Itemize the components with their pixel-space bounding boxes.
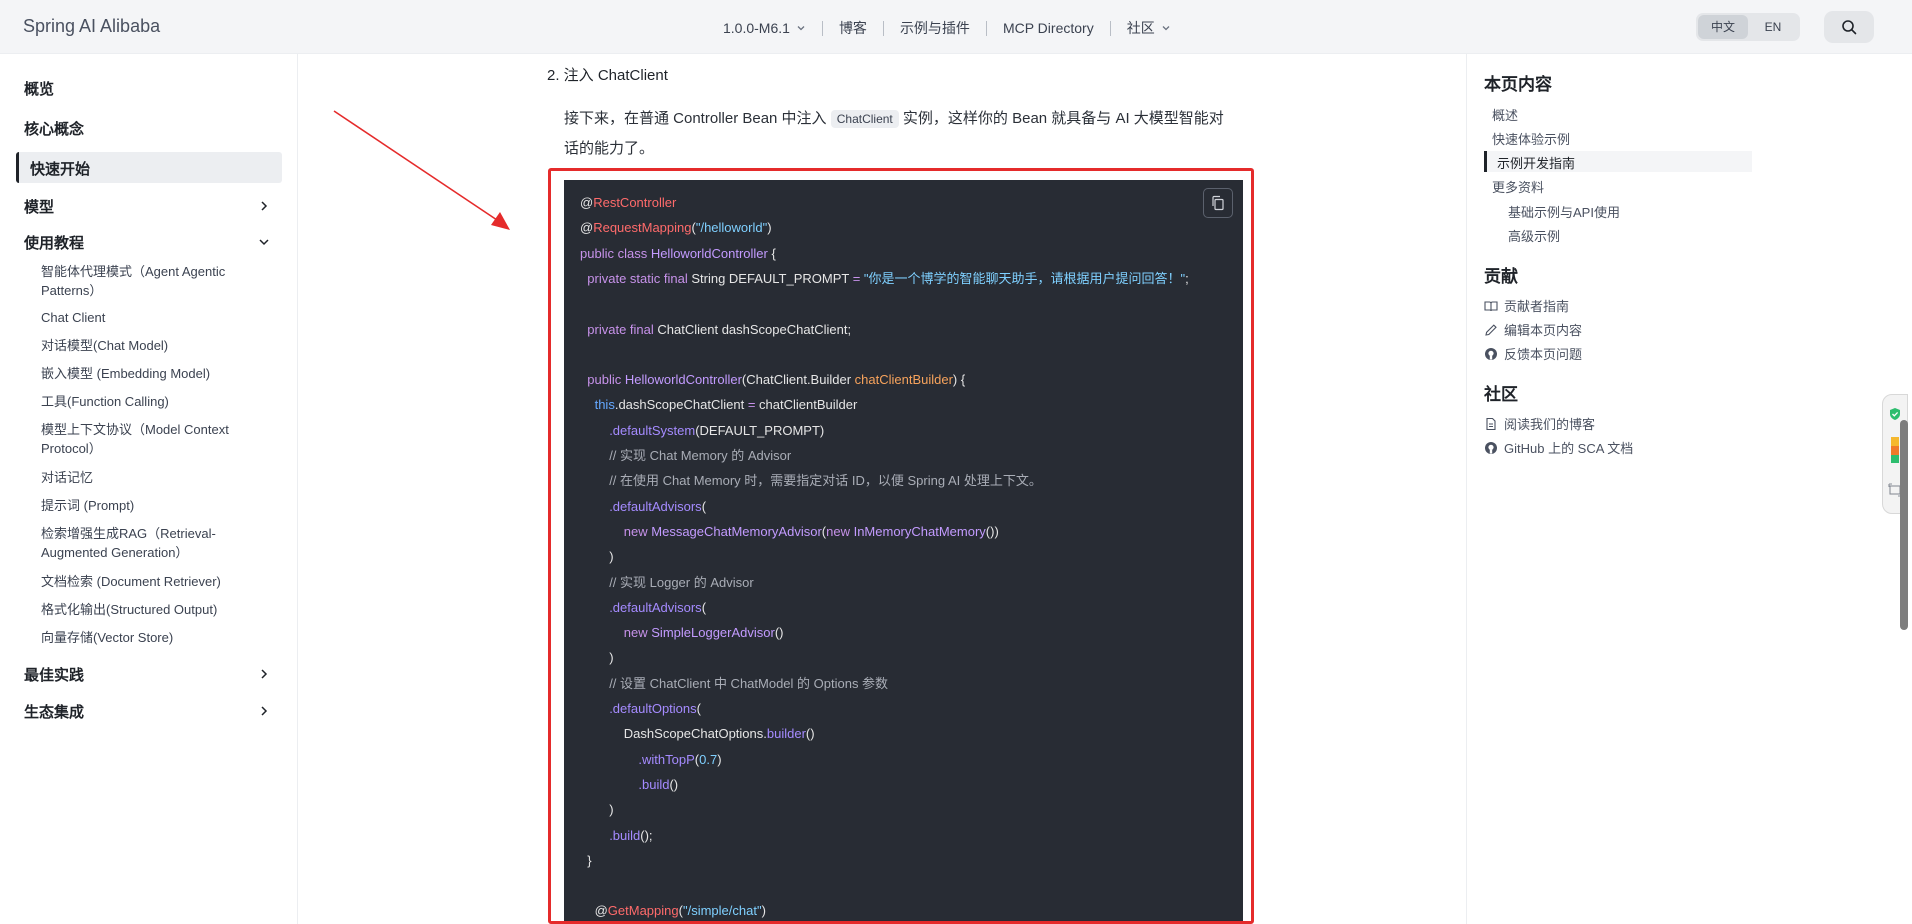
site-brand[interactable]: Spring AI Alibaba xyxy=(23,16,160,37)
section-heading: 2. 注入 ChatClient xyxy=(547,67,668,84)
sidebar-subitem-mcp[interactable]: 模型上下文协议（Model Context Protocol） xyxy=(41,420,271,458)
language-switch: 中文 EN xyxy=(1696,13,1800,41)
sidebar-subitem-function-calling[interactable]: 工具(Function Calling) xyxy=(41,392,271,411)
pencil-icon xyxy=(1485,323,1497,336)
edit-page-link[interactable]: 编辑本页内容 xyxy=(1484,320,1582,339)
toc-title: 本页内容 xyxy=(1484,75,1552,94)
sidebar-subitem-structured-output[interactable]: 格式化输出(Structured Output) xyxy=(41,600,271,619)
sidebar-subitem-chat-model[interactable]: 对话模型(Chat Model) xyxy=(41,336,271,355)
sidebar-subitem-rag[interactable]: 检索增强生成RAG（Retrieval-Augmented Generation… xyxy=(41,524,271,562)
toc-item-basic-examples[interactable]: 基础示例与API使用 xyxy=(1508,202,1620,221)
intro-text: 接下来，在普通 Controller Bean 中注入 xyxy=(564,110,831,127)
community-title: 社区 xyxy=(1484,385,1518,404)
nav-divider xyxy=(882,20,884,36)
chevron-right-icon[interactable] xyxy=(258,668,270,680)
sidebar-item-quick-start[interactable]: 快速开始 xyxy=(16,152,282,183)
chevron-down-icon xyxy=(1162,26,1170,31)
inline-code: ChatClient xyxy=(830,110,899,128)
github-icon xyxy=(1485,347,1497,360)
sidebar-subitem-agentic-patterns[interactable]: 智能体代理模式（Agent Agentic Patterns） xyxy=(41,262,271,300)
sidebar-item-tutorials[interactable]: 使用教程 xyxy=(24,232,84,253)
document-icon xyxy=(1486,417,1496,430)
annotation-arrow-icon xyxy=(333,110,510,230)
nav-examples-label: 示例与插件 xyxy=(899,20,970,36)
nav-divider xyxy=(821,20,823,36)
report-issue-link[interactable]: 反馈本页问题 xyxy=(1484,344,1582,363)
chevron-right-icon[interactable] xyxy=(258,200,270,212)
toc-item-advanced-examples[interactable]: 高级示例 xyxy=(1508,226,1560,245)
nav-blog[interactable]: 博客 xyxy=(839,18,867,38)
nav-community-dropdown[interactable]: 社区 xyxy=(1127,18,1171,38)
lang-option-en[interactable]: EN xyxy=(1748,15,1798,39)
nav-examples[interactable]: 示例与插件 xyxy=(900,18,970,38)
toc-link-label: 贡献者指南 xyxy=(1504,299,1570,314)
page-scrollbar-thumb[interactable] xyxy=(1900,420,1908,630)
chevron-down-icon xyxy=(797,26,805,31)
contributor-guide-link[interactable]: 贡献者指南 xyxy=(1484,296,1569,315)
sidebar xyxy=(0,54,298,924)
sidebar-subitem-chat-memory[interactable]: 对话记忆 xyxy=(41,468,271,487)
sidebar-item-label: 快速开始 xyxy=(30,161,91,178)
toc-link-label: 反馈本页问题 xyxy=(1504,347,1583,362)
sidebar-item-best-practices[interactable]: 最佳实践 xyxy=(24,664,84,685)
toc-link-label: GitHub 上的 SCA 文档 xyxy=(1504,441,1634,456)
sidebar-subitem-prompt[interactable]: 提示词 (Prompt) xyxy=(41,496,271,515)
sidebar-subitem-chat-client[interactable]: Chat Client xyxy=(41,308,271,327)
sidebar-item-overview[interactable]: 概览 xyxy=(24,78,54,99)
lang-option-zh[interactable]: 中文 xyxy=(1698,15,1748,39)
top-navbar: Spring AI Alibaba 1.0.0-M6.1 博客 示例与插件 MC… xyxy=(0,0,1912,54)
nav-mcp-directory[interactable]: MCP Directory xyxy=(1003,20,1094,36)
search-icon xyxy=(1842,20,1857,35)
toc-link-label: 编辑本页内容 xyxy=(1504,323,1583,338)
github-icon xyxy=(1485,441,1497,454)
highlight-frame xyxy=(548,168,1254,924)
toc-item-overview[interactable]: 概述 xyxy=(1492,105,1518,124)
read-blog-link[interactable]: 阅读我们的博客 xyxy=(1484,414,1595,433)
search-button[interactable] xyxy=(1824,11,1874,43)
top-nav: 1.0.0-M6.1 博客 示例与插件 MCP Directory 社区 xyxy=(723,18,1171,38)
chevron-right-icon[interactable] xyxy=(258,705,270,717)
nav-divider xyxy=(985,20,987,36)
toc-item-quick-demo[interactable]: 快速体验示例 xyxy=(1492,129,1570,148)
sidebar-item-models[interactable]: 模型 xyxy=(24,196,54,217)
sidebar-item-ecosystem[interactable]: 生态集成 xyxy=(24,701,84,722)
book-icon xyxy=(1484,300,1498,311)
shield-check-icon xyxy=(1890,408,1900,420)
nav-divider xyxy=(1109,20,1111,36)
sidebar-subitem-embedding-model[interactable]: 嵌入模型 (Embedding Model) xyxy=(41,364,271,383)
toc-link-label: 阅读我们的博客 xyxy=(1504,417,1596,432)
sidebar-item-core-concepts[interactable]: 核心概念 xyxy=(24,118,84,139)
nav-mcp-label: MCP Directory xyxy=(1002,20,1094,36)
nav-blog-label: 博客 xyxy=(838,20,867,36)
toc-item-more-resources[interactable]: 更多资料 xyxy=(1492,177,1544,196)
toc-item-dev-guide[interactable]: 示例开发指南 xyxy=(1497,153,1575,172)
sidebar-subitem-vector-store[interactable]: 向量存储(Vector Store) xyxy=(41,628,271,647)
intro-paragraph: 接下来，在普通 Controller Bean 中注入 ChatClient 实… xyxy=(564,104,1234,163)
sidebar-subitem-document-retriever[interactable]: 文档检索 (Document Retriever) xyxy=(41,572,271,591)
nav-version-label: 1.0.0-M6.1 xyxy=(723,20,790,36)
nav-version-dropdown[interactable]: 1.0.0-M6.1 xyxy=(723,20,806,36)
nav-community-label: 社区 xyxy=(1126,20,1155,36)
chevron-down-icon[interactable] xyxy=(258,236,270,248)
contribute-title: 贡献 xyxy=(1484,267,1518,286)
github-docs-link[interactable]: GitHub 上的 SCA 文档 xyxy=(1484,438,1633,457)
